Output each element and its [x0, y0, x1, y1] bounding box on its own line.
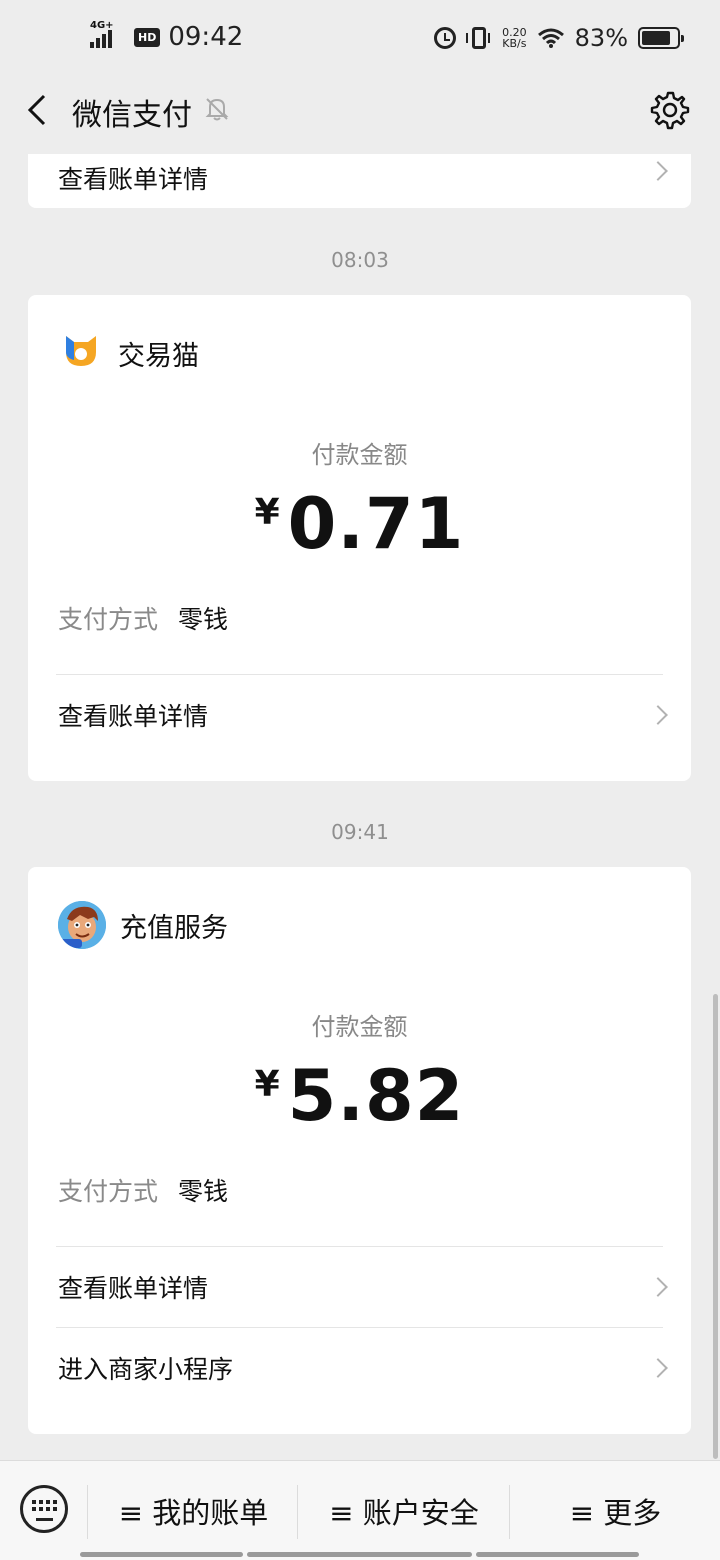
pay-method-label: 支付方式 [58, 605, 159, 634]
currency-symbol: ¥ [254, 1064, 280, 1105]
merchant-name: 交易猫 [118, 340, 199, 372]
payment-card: 交易猫 付款金额 ¥ 0.71 支付方式 零钱 查看账单详情 [28, 295, 691, 781]
net-speed: 0.20 KB/s [502, 27, 527, 49]
menu-more[interactable]: ≡ 更多 [511, 1489, 720, 1533]
view-bill-label: 查看账单详情 [58, 165, 209, 194]
status-bar: 4G+ HD 09:42 0.20 KB/s 83% [0, 0, 720, 80]
mute-bell-icon [204, 96, 230, 122]
pay-method-row: 支付方式 零钱 [28, 1138, 691, 1246]
battery-icon [638, 27, 684, 49]
nav-bar: 微信支付 [0, 80, 720, 154]
pay-method-value: 零钱 [178, 605, 229, 634]
menu-divider [509, 1485, 510, 1539]
bottom-menu: ≡ 我的账单 ≡ 账户安全 ≡ 更多 [0, 1460, 720, 1560]
message-list[interactable]: 查看账单详情 08:03 交易猫 付款金额 ¥ 0.71 支付方式 零钱 查看账… [0, 154, 720, 1460]
net-speed-unit: KB/s [502, 37, 527, 50]
home-indicator [80, 1552, 243, 1557]
alarm-icon [434, 27, 457, 49]
menu-divider [297, 1485, 298, 1539]
menu-my-bills[interactable]: ≡ 我的账单 [90, 1489, 297, 1533]
merchant-name: 充值服务 [120, 912, 228, 944]
merchant-header: 交易猫 [28, 295, 691, 389]
pay-method-value: 零钱 [178, 1177, 229, 1206]
currency-symbol: ¥ [254, 492, 280, 533]
battery-percent: 83% [574, 24, 628, 52]
hd-badge: HD [134, 27, 161, 47]
view-bill-link[interactable]: 查看账单详情 [28, 1247, 691, 1327]
payment-card: 充值服务 付款金额 ¥ 5.82 支付方式 零钱 查看账单详情 进入商家小程序 [28, 867, 691, 1434]
menu-divider [87, 1485, 88, 1539]
clock: 09:42 [168, 22, 244, 52]
home-indicator [476, 1552, 639, 1557]
timestamp: 09:41 [331, 820, 389, 844]
amount-label: 付款金额 [311, 441, 408, 469]
amount-value: 0.71 [287, 483, 465, 565]
amount-label: 付款金额 [311, 1013, 408, 1041]
view-bill-label: 查看账单详情 [58, 1274, 209, 1303]
network-type: 4G+ [90, 20, 114, 31]
back-arrow-icon[interactable] [22, 92, 58, 128]
partial-card: 查看账单详情 [28, 154, 691, 208]
status-right: 0.20 KB/s 83% [434, 24, 684, 52]
signal-icon: 4G+ [90, 20, 128, 48]
status-left: 4G+ HD 09:42 [90, 20, 244, 52]
scrollbar[interactable] [713, 994, 718, 1459]
menu-account-security[interactable]: ≡ 账户安全 [299, 1489, 509, 1533]
open-mini-program-link[interactable]: 进入商家小程序 [28, 1328, 691, 1408]
pay-method-row: 支付方式 零钱 [28, 566, 691, 674]
open-mini-program-label: 进入商家小程序 [58, 1355, 234, 1384]
merchant-header: 充值服务 [28, 867, 691, 961]
amount: ¥ 0.71 [28, 486, 691, 566]
view-bill-link[interactable]: 查看账单详情 [28, 154, 691, 208]
view-bill-label: 查看账单详情 [58, 702, 209, 731]
vibrate-icon [466, 27, 491, 49]
chevron-right-icon [648, 1358, 668, 1378]
wifi-icon [537, 27, 565, 49]
chevron-right-icon [648, 705, 668, 725]
page-title: 微信支付 [72, 98, 192, 133]
merchant-avatar [58, 901, 106, 949]
timestamp: 08:03 [331, 248, 389, 272]
chevron-right-icon [648, 1277, 668, 1297]
amount-value: 5.82 [287, 1055, 465, 1137]
chevron-right-icon [648, 161, 668, 181]
home-indicator [247, 1552, 472, 1557]
view-bill-link[interactable]: 查看账单详情 [28, 675, 691, 755]
gear-icon[interactable] [650, 90, 690, 130]
pay-method-label: 支付方式 [58, 1177, 159, 1206]
merchant-logo [58, 330, 104, 376]
keyboard-icon[interactable] [20, 1485, 68, 1533]
amount: ¥ 5.82 [28, 1058, 691, 1138]
